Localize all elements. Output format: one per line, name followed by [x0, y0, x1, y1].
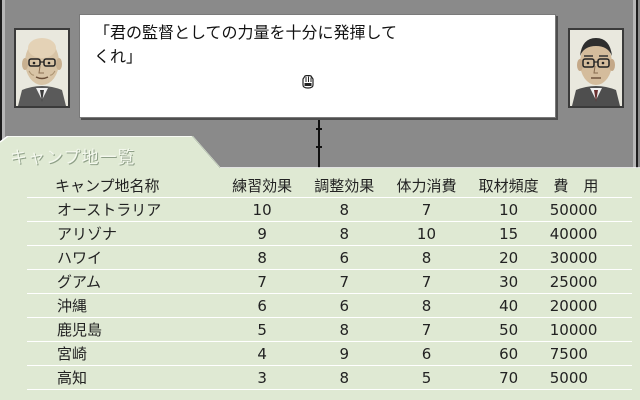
practice-effect: 9: [257, 224, 267, 243]
camp-name: ハワイ: [57, 248, 103, 267]
media-frequency: 70: [499, 368, 519, 387]
header-practice: 練習効果: [232, 176, 293, 195]
owner-portrait: [14, 28, 70, 108]
practice-effect: 5: [257, 320, 267, 339]
table-row[interactable]: 高知 3 8 5 70 5000: [27, 366, 632, 390]
header-conditioning: 調整効果: [314, 176, 375, 195]
camp-cost: 20000: [549, 296, 598, 315]
practice-effect: 6: [257, 296, 267, 315]
table-row[interactable]: 鹿児島 5 8 7 50 10000: [27, 318, 632, 342]
camp-cost: 40000: [549, 224, 598, 243]
conditioning-effect: 8: [339, 200, 350, 219]
table-row[interactable]: アリゾナ 9 8 10 15 40000: [27, 222, 632, 246]
camp-name: グアム: [57, 272, 101, 291]
camp-cost: 30000: [549, 248, 598, 267]
media-frequency: 40: [499, 296, 519, 315]
camp-name: オーストラリア: [57, 200, 162, 219]
header-stamina: 体力消費: [396, 176, 457, 195]
bald-elderly-man-with-glasses-portrait: [16, 30, 68, 106]
media-frequency: 60: [499, 344, 519, 363]
camp-name: 宮崎: [57, 344, 88, 363]
man-with-glasses-portrait: [570, 30, 622, 106]
conditioning-effect: 7: [339, 272, 350, 291]
camp-name: アリゾナ: [57, 224, 118, 243]
media-frequency: 50: [499, 320, 519, 339]
conditioning-effect: 6: [339, 248, 350, 267]
media-frequency: 30: [499, 272, 519, 291]
hand-cursor-icon[interactable]: [302, 75, 314, 89]
conditioning-effect: 8: [339, 320, 350, 339]
stamina-cost: 6: [421, 344, 432, 363]
practice-effect: 8: [257, 248, 267, 267]
practice-effect: 10: [252, 200, 272, 219]
conditioning-effect: 9: [339, 344, 350, 363]
practice-effect: 4: [257, 344, 267, 363]
conditioning-effect: 8: [339, 224, 350, 243]
conditioning-effect: 8: [339, 368, 350, 387]
header-name: キャンプ地名称: [55, 176, 160, 195]
stamina-cost: 7: [421, 320, 432, 339]
coach-portrait: [568, 28, 624, 108]
camp-cost: 7500: [549, 344, 588, 363]
stamina-cost: 10: [416, 224, 437, 243]
dialog-message: 「君の監督としての力量を十分に発揮して くれ」: [94, 23, 398, 66]
camp-name: 高知: [57, 368, 88, 387]
divider-tick: [316, 128, 322, 130]
stamina-cost: 8: [421, 296, 432, 315]
stamina-cost: 5: [421, 368, 432, 387]
practice-effect: 3: [257, 368, 267, 387]
table-row[interactable]: グアム 7 7 7 30 25000: [27, 270, 632, 294]
camp-cost: 25000: [549, 272, 598, 291]
camp-table: キャンプ地名称 練習効果 調整効果 体力消費 取材頻度 費 用 オーストラリア 1…: [27, 174, 632, 390]
table-row[interactable]: ハワイ 8 6 8 20 30000: [27, 246, 632, 270]
table-header-row: キャンプ地名称 練習効果 調整効果 体力消費 取材頻度 費 用: [27, 174, 632, 198]
header-media: 取材頻度: [478, 176, 539, 195]
camp-name: 鹿児島: [57, 320, 103, 339]
camp-cost: 5000: [549, 368, 588, 387]
media-frequency: 10: [499, 200, 519, 219]
header-cost: 費 用: [553, 176, 599, 195]
panel-title: キャンプ地一覧: [10, 148, 136, 168]
media-frequency: 15: [499, 224, 519, 243]
media-frequency: 20: [499, 248, 519, 267]
camp-name: 沖縄: [57, 296, 88, 315]
stamina-cost: 7: [421, 272, 432, 291]
camp-cost: 50000: [549, 200, 598, 219]
camp-cost: 10000: [549, 320, 598, 339]
table-row[interactable]: 宮崎 4 9 6 60 7500: [27, 342, 632, 366]
conditioning-effect: 6: [339, 296, 350, 315]
message-window: 「君の監督としての力量を十分に発揮して くれ」: [79, 14, 556, 118]
stamina-cost: 8: [421, 248, 432, 267]
practice-effect: 7: [257, 272, 267, 291]
table-row[interactable]: オーストラリア 10 8 7 10 50000: [27, 198, 632, 222]
camp-rows: オーストラリア 10 8 7 10 50000 アリゾナ 9 8 10 15 40000 ハワイ 8 6 8 2…: [27, 198, 632, 390]
stamina-cost: 7: [421, 200, 432, 219]
table-row[interactable]: 沖縄 6 6 8 40 20000: [27, 294, 632, 318]
